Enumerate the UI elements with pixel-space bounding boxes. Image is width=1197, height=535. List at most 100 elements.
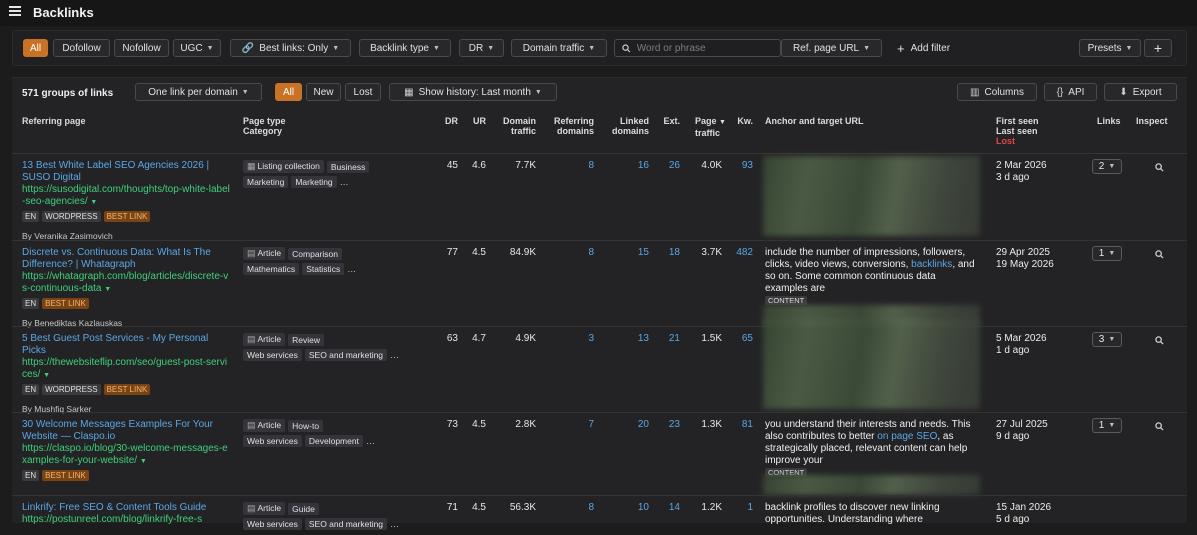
inspect-search-icon[interactable] — [1155, 336, 1164, 345]
ext-value[interactable]: 14 — [658, 502, 680, 513]
kw-value[interactable]: 93 — [732, 160, 753, 171]
api-button[interactable]: {} API — [1044, 83, 1097, 101]
ext-value[interactable]: 23 — [658, 419, 680, 430]
ref-page-url[interactable]: https://susodigital.com/thoughts/top-whi… — [22, 184, 232, 209]
first-seen-date: 15 Jan 2026 — [996, 502, 1052, 513]
linked-domains-value[interactable]: 15 — [602, 247, 649, 258]
export-button[interactable]: ⬇ Export — [1104, 83, 1177, 101]
col-linked-domains-l1: Linked — [619, 116, 649, 126]
more-icon[interactable]: … — [340, 177, 349, 187]
ref-page-url[interactable]: https://claspo.io/blog/30-welcome-messag… — [22, 443, 232, 468]
ref-page-title[interactable]: 5 Best Guest Post Services - My Personal… — [22, 333, 232, 357]
filter-tab-all[interactable]: All — [23, 39, 48, 57]
ref-page-url[interactable]: https://thewebsiteflip.com/seo/guest-pos… — [22, 357, 232, 382]
more-icon[interactable]: … — [347, 264, 356, 274]
links-dropdown[interactable]: 1 ▼ — [1092, 418, 1122, 433]
links-dropdown[interactable]: 3 ▼ — [1092, 332, 1122, 347]
page-type-pill: ▤ Article — [243, 502, 286, 515]
col-referring-domains[interactable]: Referring domains — [542, 116, 594, 136]
referring-domains-value[interactable]: 8 — [542, 247, 594, 258]
inspect-search-icon[interactable] — [1155, 250, 1164, 259]
col-page-type[interactable]: Page type Category — [243, 116, 286, 136]
status-tab-lost[interactable]: Lost — [345, 83, 381, 101]
col-referring-page[interactable]: Referring page — [22, 116, 86, 126]
dr-value: 77 — [446, 247, 458, 258]
presets-dropdown[interactable]: Presets ▼ — [1079, 39, 1141, 57]
ref-tags: EN WORDPRESS BEST LINK — [22, 384, 232, 395]
more-icon[interactable]: … — [390, 350, 399, 360]
backlink-type-dropdown[interactable]: Backlink type ▼ — [359, 39, 451, 57]
best-links-dropdown[interactable]: 🔗 Best links: Only ▼ — [230, 39, 351, 57]
ref-tags: EN BEST LINK — [22, 298, 232, 309]
ref-page-title[interactable]: 30 Welcome Messages Examples For Your We… — [22, 419, 232, 443]
chevron-down-icon: ▼ — [534, 88, 542, 96]
grouping-dropdown[interactable]: One link per domain ▼ — [135, 83, 262, 101]
links-dropdown[interactable]: 2 ▼ — [1092, 159, 1122, 174]
kw-value[interactable]: 482 — [732, 247, 753, 258]
search-input[interactable] — [636, 42, 773, 54]
ref-page-title[interactable]: Linkrify: Free SEO & Content Tools Guide — [22, 502, 232, 514]
linked-domains-value[interactable]: 20 — [602, 419, 649, 430]
ext-value[interactable]: 18 — [658, 247, 680, 258]
col-kw[interactable]: Kw. — [732, 116, 753, 126]
col-ext[interactable]: Ext. — [658, 116, 680, 126]
col-dr[interactable]: DR — [432, 116, 458, 126]
referring-domains-value[interactable]: 3 — [542, 333, 594, 344]
status-tab-new[interactable]: New — [306, 83, 341, 101]
dr-dropdown[interactable]: DR ▼ — [459, 39, 504, 57]
hamburger-icon[interactable] — [9, 6, 21, 16]
chevron-down-icon: ▼ — [1108, 422, 1116, 429]
kw-value[interactable]: 65 — [732, 333, 753, 344]
ref-page-url[interactable]: https://whatagraph.com/blog/articles/dis… — [22, 271, 232, 296]
kw-value[interactable]: 81 — [732, 419, 753, 430]
columns-button[interactable]: ▥ Columns — [957, 83, 1037, 101]
seen-dates: 2 Mar 2026 3 d ago — [996, 160, 1047, 184]
col-category-label: Category — [243, 126, 283, 136]
more-icon[interactable]: … — [366, 436, 375, 446]
col-anchor[interactable]: Anchor and target URL — [765, 116, 864, 126]
filter-tab-nofollow[interactable]: Nofollow — [114, 39, 169, 57]
referring-domains-value[interactable]: 8 — [542, 160, 594, 171]
referring-domains-value[interactable]: 8 — [542, 502, 594, 513]
anchor-text: you understand their interests and needs… — [765, 419, 980, 479]
table-row: Discrete vs. Continuous Data: What Is Th… — [12, 240, 1187, 328]
presets-label: Presets — [1087, 42, 1122, 54]
anchor-link[interactable]: backlinks — [911, 259, 952, 270]
ref-page-title[interactable]: 13 Best White Label SEO Agencies 2026 | … — [22, 160, 232, 184]
ur-value: 4.6 — [472, 160, 486, 171]
ur-value: 4.5 — [472, 419, 486, 430]
ref-page-url[interactable]: https://postunreel.com/blog/linkrify-fre… — [22, 514, 232, 526]
col-domain-traffic[interactable]: Domain traffic — [492, 116, 536, 136]
kw-value[interactable]: 1 — [732, 502, 753, 513]
ext-value[interactable]: 26 — [658, 160, 680, 171]
linked-domains-value[interactable]: 10 — [602, 502, 649, 513]
ext-value[interactable]: 21 — [658, 333, 680, 344]
plus-icon: + — [897, 41, 905, 56]
links-dropdown[interactable]: 1 ▼ — [1092, 246, 1122, 261]
inspect-search-icon[interactable] — [1155, 422, 1164, 431]
ref-page-title[interactable]: Discrete vs. Continuous Data: What Is Th… — [22, 247, 232, 271]
col-ref-domains-l2: domains — [556, 126, 594, 136]
filter-tab-dofollow[interactable]: Dofollow — [53, 39, 110, 57]
chevron-down-icon: ▼ — [1125, 44, 1133, 52]
linked-domains-value[interactable]: 13 — [602, 333, 649, 344]
col-inspect[interactable]: Inspect — [1136, 116, 1168, 126]
col-lost: Lost — [996, 136, 1015, 146]
inspect-search-icon[interactable] — [1155, 163, 1164, 172]
col-first-last-seen[interactable]: First seen Last seen Lost — [996, 116, 1039, 146]
domain-traffic-dropdown[interactable]: Domain traffic ▼ — [511, 39, 607, 57]
more-icon[interactable]: … — [390, 519, 399, 529]
category-pill: Web services — [243, 435, 302, 447]
linked-domains-value[interactable]: 16 — [602, 160, 649, 171]
add-preset-button[interactable]: + — [1144, 39, 1172, 57]
col-linked-domains[interactable]: Linked domains — [602, 116, 649, 136]
status-tab-all[interactable]: All — [275, 83, 302, 101]
history-dropdown[interactable]: ▦ Show history: Last month ▼ — [389, 83, 557, 101]
col-ur[interactable]: UR — [464, 116, 486, 126]
ref-page-url-dropdown[interactable]: Ref. page URL ▼ — [781, 39, 882, 57]
col-links[interactable]: Links — [1097, 116, 1121, 126]
anchor-link[interactable]: on page SEO — [877, 431, 937, 442]
filter-tab-ugc[interactable]: UGC ▼ — [173, 39, 221, 57]
add-filter-button[interactable]: + Add filter — [897, 41, 950, 56]
referring-domains-value[interactable]: 7 — [542, 419, 594, 430]
